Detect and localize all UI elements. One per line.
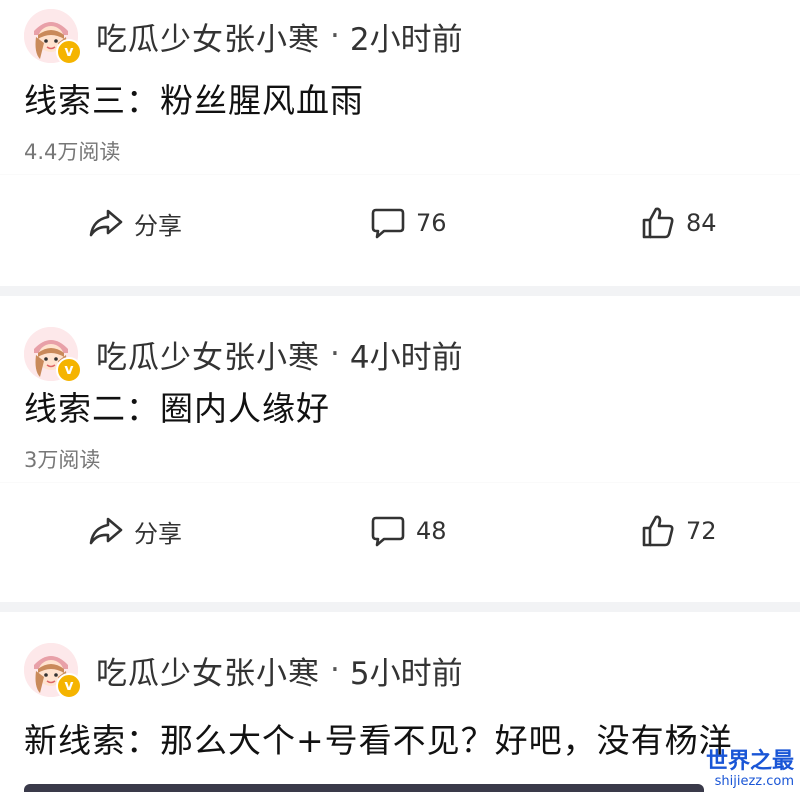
author-row: v 吃瓜少女张小寒 · 5小时前 [0, 612, 800, 724]
thumbs-up-icon [642, 515, 674, 547]
comment-icon [371, 516, 405, 547]
separator-dot: · [330, 652, 340, 688]
read-count: 3万阅读 [24, 448, 101, 472]
share-label: 分享 [134, 519, 182, 548]
author-name[interactable]: 吃瓜少女张小寒 [96, 14, 320, 59]
watermark-title: 世界之最 [705, 749, 794, 774]
media-preview[interactable] [24, 784, 704, 792]
action-bar: 分享 48 72 [0, 482, 800, 579]
post-card[interactable]: v 吃瓜少女张小寒 · 5小时前 新线索：那么大个+号看不见？好吧，没有杨洋 [0, 612, 800, 792]
share-label: 分享 [134, 211, 182, 240]
comment-count: 48 [416, 517, 447, 545]
avatar[interactable]: v [24, 9, 82, 65]
thumbs-up-icon [642, 207, 674, 239]
like-button[interactable]: 84 [640, 205, 717, 241]
feed: v 吃瓜少女张小寒 · 2小时前 线索三：粉丝腥风血雨 4.4万阅读 分享 76 [0, 0, 800, 792]
watermark-url: shijiezz.com [714, 774, 794, 789]
comment-icon [371, 208, 405, 239]
post-title[interactable]: 新线索：那么大个+号看不见？好吧，没有杨洋 [0, 712, 784, 770]
author-row: v 吃瓜少女张小寒 · 2小时前 [0, 0, 800, 72]
action-bar: 分享 76 84 [0, 174, 800, 271]
like-count: 72 [686, 517, 717, 545]
like-button[interactable]: 72 [640, 513, 717, 549]
separator-dot: · [330, 18, 340, 54]
post-time: 4小时前 [349, 339, 463, 376]
post-title[interactable]: 线索三：粉丝腥风血雨 [0, 72, 800, 130]
share-button[interactable]: 分享 [88, 206, 182, 241]
verified-badge-icon: v [56, 673, 82, 699]
post-card[interactable]: v 吃瓜少女张小寒 · 2小时前 线索三：粉丝腥风血雨 4.4万阅读 分享 76 [0, 0, 800, 286]
author-name[interactable]: 吃瓜少女张小寒 [96, 332, 320, 377]
avatar[interactable]: v [24, 327, 82, 383]
comment-count: 76 [416, 209, 447, 237]
read-count: 4.4万阅读 [24, 140, 121, 164]
share-icon [89, 209, 123, 237]
like-count: 84 [686, 209, 717, 237]
author-name[interactable]: 吃瓜少女张小寒 [96, 648, 320, 693]
verified-badge-icon: v [56, 357, 82, 383]
post-time: 5小时前 [349, 655, 463, 692]
share-icon [89, 517, 123, 545]
share-button[interactable]: 分享 [88, 514, 182, 549]
post-title[interactable]: 线索二：圈内人缘好 [0, 380, 800, 438]
comment-button[interactable]: 48 [370, 514, 447, 548]
post-time: 2小时前 [349, 21, 463, 58]
site-watermark: 世界之最 shijiezz.com [705, 749, 794, 789]
comment-button[interactable]: 76 [370, 206, 447, 240]
separator-dot: · [330, 336, 340, 372]
verified-badge-icon: v [56, 39, 82, 65]
avatar[interactable]: v [24, 643, 82, 699]
post-card[interactable]: v 吃瓜少女张小寒 · 4小时前 线索二：圈内人缘好 3万阅读 分享 48 72 [0, 296, 800, 602]
